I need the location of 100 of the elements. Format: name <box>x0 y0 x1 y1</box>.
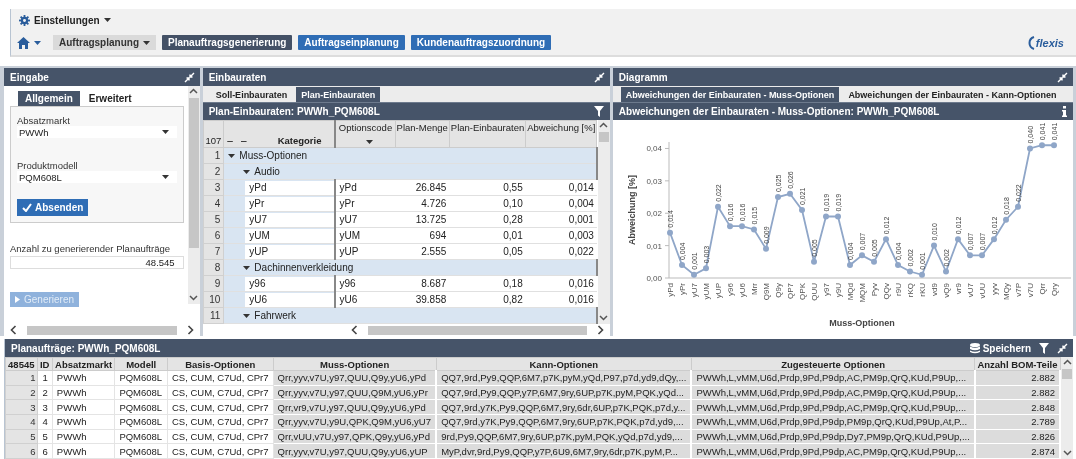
table-cell: PQM608L <box>114 370 168 386</box>
nav-tab[interactable]: Auftragseinplanung <box>298 35 405 50</box>
dropdown[interactable]: PWWh <box>17 126 177 138</box>
chevron-right-icon[interactable] <box>186 325 194 335</box>
tab[interactable]: Allgemein <box>18 91 80 106</box>
column-header[interactable]: Basis-Optionen <box>167 357 274 371</box>
column-header[interactable]: Kategorie <box>277 135 322 146</box>
table-cell: 0,01 <box>449 227 526 244</box>
scrollbar-thumb[interactable] <box>367 325 587 335</box>
scrollbar-thumb[interactable] <box>188 98 199 248</box>
nav-tab[interactable]: Auftragsplanung <box>53 35 156 50</box>
table-cell: 4.726 <box>395 195 450 212</box>
input-field[interactable]: 48.545 <box>10 256 184 269</box>
column-header[interactable]: Absatzmarkt <box>52 357 115 371</box>
row-count: 48545 <box>5 357 38 371</box>
table-cell: CS, CUM, C7Ud, CPr7 <box>167 443 274 459</box>
table-cell: CS, CUM, C7Ud, CPr7 <box>167 399 274 415</box>
column-header[interactable]: Plan-Einbauraten <box>449 120 526 148</box>
column-header[interactable]: Zugesteuerte Optionen <box>691 357 975 371</box>
table-cell: PWWh <box>52 370 115 386</box>
chevron-up-icon[interactable] <box>189 88 199 94</box>
column-header[interactable]: Kann-Optionen <box>436 357 692 371</box>
tick-label: MQd <box>845 283 855 301</box>
level-button[interactable]: – <box>225 135 235 146</box>
submit-button[interactable]: Absenden <box>17 199 89 216</box>
tab[interactable]: Plan-Einbauraten <box>296 87 381 102</box>
data-point <box>690 271 697 278</box>
data-point <box>846 262 853 269</box>
table-cell: 694 <box>395 227 450 244</box>
chevron-up-icon[interactable] <box>1062 359 1072 365</box>
info-icon[interactable] <box>1062 106 1067 117</box>
table-cell: yPd <box>335 179 396 196</box>
data-point <box>858 252 865 259</box>
chart-title: Abweichungen der Einbauraten - Muss-Optionen: PWWh_PQM608L <box>618 106 940 117</box>
column-header[interactable]: Modell <box>114 357 168 371</box>
table-cell: 26.845 <box>395 179 450 196</box>
tick-label: rKQ <box>905 283 915 298</box>
data-point <box>822 213 829 220</box>
scrollbar-thumb[interactable] <box>27 325 177 335</box>
scrollbar[interactable] <box>1061 357 1073 459</box>
caret-icon <box>143 40 150 45</box>
save-button[interactable]: Speichern <box>969 342 1031 354</box>
filter-icon[interactable] <box>593 106 604 117</box>
data-point <box>666 229 673 236</box>
scrollbar[interactable] <box>187 86 200 304</box>
data-point <box>918 271 925 278</box>
table-cell: 0,016 <box>525 275 597 292</box>
nav-tab[interactable]: Planauftragsgenerierung <box>162 35 293 50</box>
caret-icon[interactable] <box>228 152 236 159</box>
chevron-down-icon[interactable] <box>1062 450 1072 456</box>
table-cell: yUM <box>335 227 396 244</box>
table-cell: CS, CUM, C7Ud, CPr7 <box>167 385 274 400</box>
chevron-up-icon[interactable] <box>599 122 609 128</box>
level-button[interactable]: – <box>238 135 249 146</box>
dropdown[interactable]: PQM608L <box>17 171 177 183</box>
caret-icon[interactable] <box>243 312 251 319</box>
settings-menu[interactable]: Einstellungen <box>19 14 111 26</box>
data-point <box>678 262 685 269</box>
tab[interactable]: Soll-Einbauraten <box>210 87 293 102</box>
home-icon <box>17 36 30 49</box>
tick-label: vr9 <box>953 283 963 295</box>
play-icon <box>15 296 20 303</box>
table-cell: yPr <box>335 195 396 212</box>
caret-icon[interactable] <box>243 168 251 175</box>
collapse-icon[interactable] <box>183 71 195 83</box>
collapse-icon[interactable] <box>1057 71 1068 83</box>
column-header[interactable]: Anzahl BOM-Teile <box>974 357 1060 371</box>
tick-label: yyv <box>989 283 999 295</box>
collapse-icon[interactable] <box>593 71 605 83</box>
tick-label: yUP <box>713 283 723 299</box>
table-cell: PWWh <box>52 429 115 444</box>
chevron-down-icon[interactable] <box>599 315 609 321</box>
table-cell: 0,016 <box>525 291 597 308</box>
column-header[interactable]: Muss-Optionen <box>273 357 437 371</box>
database-icon <box>969 342 980 354</box>
field-label: Produktmodell <box>17 160 79 171</box>
chevron-right-icon[interactable] <box>596 325 604 335</box>
chevron-left-icon[interactable] <box>10 325 17 335</box>
column-header[interactable]: Optionscode <box>335 120 396 148</box>
table-cell: PQM608L <box>114 429 168 444</box>
caret-icon[interactable] <box>243 264 251 271</box>
data-point <box>1002 216 1009 223</box>
data-point <box>930 242 937 249</box>
tab[interactable]: Abweichungen der Einbauraten - Kann-Optionen <box>843 87 1062 102</box>
scrollbar-thumb[interactable] <box>598 132 609 142</box>
chevron-left-icon[interactable] <box>350 325 358 335</box>
tick-label: v7P <box>1013 283 1023 297</box>
data-point <box>810 258 817 265</box>
tab[interactable]: Abweichungen der Einbauraten - Muss-Optionen <box>620 87 840 102</box>
column-header[interactable]: Plan-Menge <box>395 120 450 148</box>
column-header[interactable]: Abweichung [%] <box>525 120 597 148</box>
scrollbar-thumb[interactable] <box>1062 369 1072 379</box>
collapse-icon[interactable] <box>1057 342 1068 354</box>
nav-tab[interactable]: Kundenauftragszuordnung <box>410 35 552 50</box>
tab[interactable]: Erweitert <box>81 91 139 106</box>
caret-icon <box>34 40 41 45</box>
chevron-down-icon[interactable] <box>189 295 199 301</box>
filter-icon[interactable] <box>1039 342 1049 354</box>
tree-label: yUM <box>245 228 334 243</box>
scrollbar[interactable] <box>597 120 610 324</box>
